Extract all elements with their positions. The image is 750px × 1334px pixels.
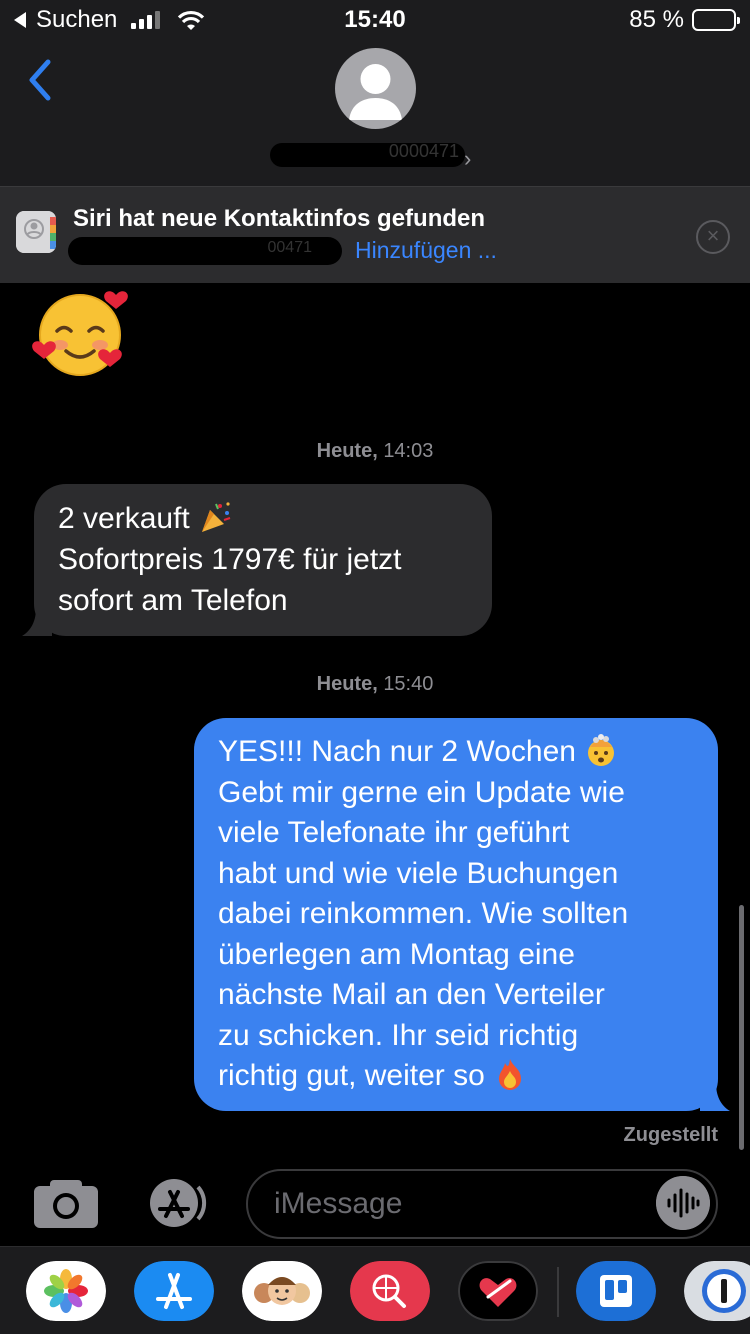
message-text: YES!!! Nach nur 2 Wochen	[218, 735, 576, 768]
message-line: zu schicken. Ihr seid richtig	[218, 1018, 579, 1052]
imessage-input[interactable]: iMessage	[246, 1169, 718, 1239]
message-line: Sofortpreis 1797€ für jetzt	[58, 543, 402, 576]
digital-touch-icon[interactable]	[458, 1261, 538, 1321]
battery-percent: 85 %	[629, 6, 684, 33]
person-silhouette-icon	[349, 64, 402, 120]
camera-icon[interactable]	[34, 1178, 98, 1228]
contact-name-visible-fragment: 0000471	[388, 143, 459, 161]
scroll-indicator[interactable]	[739, 905, 744, 1150]
message-line: habt und wie viele Buchungen	[218, 856, 619, 890]
battery-status: 85 %	[629, 6, 740, 34]
redacted-phone-number: 00471	[68, 237, 342, 265]
message-line: nächste Mail an den Verteiler	[218, 978, 605, 1011]
smiling-face-with-hearts-icon[interactable]	[30, 287, 130, 379]
audio-waveform-icon[interactable]	[656, 1176, 710, 1230]
message-line: dabei reinkommen. Wie sollten	[218, 897, 629, 930]
contact-name-redacted[interactable]: 0000471	[270, 143, 465, 167]
chevron-right-icon[interactable]: ›	[464, 146, 471, 172]
message-line: Gebt mir gerne ein Update wie	[218, 775, 625, 809]
bubble-tail	[22, 608, 52, 636]
app-store-icon[interactable]	[134, 1261, 214, 1321]
exploding-head-icon	[588, 734, 615, 766]
status-bar: Suchen 15:40 85 %	[0, 0, 750, 40]
trello-icon[interactable]	[576, 1261, 656, 1321]
message-line: 2 verkauft	[58, 498, 468, 539]
back-chevron-icon[interactable]	[22, 56, 58, 104]
redacted-number-fragment: 00471	[267, 239, 313, 256]
web-search-icon[interactable]	[350, 1261, 430, 1321]
message-line: viele Telefonate ihr geführt	[218, 816, 570, 849]
memoji-icon[interactable]	[242, 1261, 322, 1321]
photos-icon[interactable]	[26, 1261, 106, 1321]
message-line: YES!!! Nach nur 2 Wochen	[218, 732, 694, 773]
contacts-app-icon	[16, 211, 56, 253]
incoming-message-bubble[interactable]: 2 verkauft Sofortpreis 1797€ für jetzt s…	[22, 484, 492, 636]
close-icon[interactable]: ×	[696, 220, 730, 254]
message-timestamp: Heute, 14:03	[0, 440, 750, 463]
siri-suggestion-banner: Siri hat neue Kontaktinfos gefunden 0047…	[0, 186, 750, 283]
fire-icon	[499, 1059, 522, 1090]
message-line: überlegen am Montag eine	[218, 937, 575, 971]
timestamp-day: Heute,	[316, 440, 378, 462]
bubble-tail	[700, 1083, 730, 1111]
siri-banner-title: Siri hat neue Kontaktinfos gefunden	[73, 205, 486, 232]
delivery-status: Zugestellt	[623, 1124, 718, 1146]
conversation-header: Suchen 15:40 85 % 0000471 ›	[0, 0, 750, 186]
message-timestamp: Heute, 15:40	[0, 673, 750, 696]
battery-icon	[692, 9, 740, 31]
app-store-icon[interactable]	[142, 1178, 212, 1228]
1password-icon[interactable]	[684, 1261, 750, 1321]
contact-avatar[interactable]	[335, 48, 416, 129]
timestamp-time: 15:40	[383, 673, 434, 695]
imessage-app-drawer	[0, 1246, 750, 1334]
message-line: richtig gut, weiter so	[218, 1056, 694, 1097]
message-text: 2 verkauft	[58, 502, 190, 535]
message-text: richtig gut, weiter so	[218, 1059, 485, 1092]
party-popper-icon	[202, 502, 231, 532]
drawer-divider	[557, 1267, 559, 1317]
timestamp-day: Heute,	[316, 673, 378, 695]
outgoing-message-bubble[interactable]: YES!!! Nach nur 2 Wochen Gebt mir gerne …	[194, 718, 730, 1111]
add-contact-link[interactable]: Hinzufügen ...	[355, 237, 497, 264]
timestamp-time: 14:03	[383, 440, 434, 462]
message-line: sofort am Telefon	[58, 584, 288, 617]
